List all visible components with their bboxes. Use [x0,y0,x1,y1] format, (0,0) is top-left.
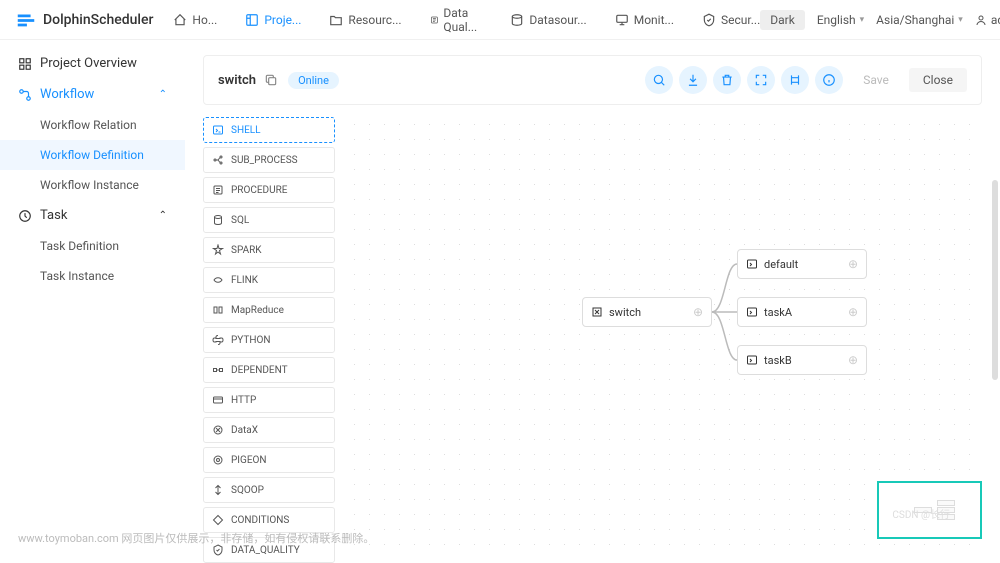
workflow-toolbar: switch Online Save Close [203,55,982,105]
nav-security[interactable]: Secur... [702,6,760,34]
shell-icon [746,306,758,318]
sidebar-item-workflow[interactable]: Workflow⌃ [0,79,185,110]
shield-icon [702,13,716,27]
palette-shell[interactable]: SHELL [203,117,335,143]
logo-icon [15,9,37,31]
nav-monitor[interactable]: Monit... [615,6,674,34]
workflow-icon [18,88,32,102]
palette-datax[interactable]: DataX [203,417,335,443]
home-icon [173,13,187,27]
conditions-icon [212,514,224,526]
copy-icon[interactable] [264,73,278,87]
flink-icon [212,274,224,286]
format-button[interactable] [781,66,809,94]
sidebar-item-workflow-relation[interactable]: Workflow Relation [0,110,185,140]
theme-toggle[interactable]: Dark [760,10,805,30]
palette-spark[interactable]: SPARK [203,237,335,263]
format-icon [788,73,802,87]
palette-sqoop[interactable]: SQOOP [203,477,335,503]
search-button[interactable] [645,66,673,94]
shell-icon [212,124,224,136]
sidebar-item-workflow-instance[interactable]: Workflow Instance [0,170,185,200]
procedure-icon [212,184,224,196]
workflow-name: switch [218,73,256,88]
sidebar-item-workflow-definition[interactable]: Workflow Definition [0,140,185,170]
nav-resource[interactable]: Resourc... [329,6,401,34]
pigeon-icon [212,454,224,466]
sidebar-item-overview[interactable]: Project Overview [0,48,185,79]
python-icon [212,334,224,346]
spark-icon [212,244,224,256]
task-icon [18,209,32,223]
project-icon [245,13,259,27]
app-logo: DolphinScheduler [15,9,153,31]
timezone-dropdown[interactable]: Asia/Shanghai▾ [876,13,963,27]
datax-icon [212,424,224,436]
close-button[interactable]: Close [909,68,967,92]
plus-icon[interactable]: ⊕ [848,305,858,319]
download-icon [686,73,700,87]
sql-icon [212,214,224,226]
plus-icon[interactable]: ⊕ [848,257,858,271]
mapreduce-icon [212,304,224,316]
shell-icon [746,354,758,366]
subprocess-icon [212,154,224,166]
datasource-icon [510,13,524,27]
info-icon [822,73,836,87]
overview-icon [18,57,32,71]
shell-icon [746,258,758,270]
palette-flink[interactable]: FLINK [203,267,335,293]
sqoop-icon [212,484,224,496]
node-taskb[interactable]: taskB⊕ [737,345,867,375]
plus-icon[interactable]: ⊕ [693,305,703,319]
folder-icon [329,13,343,27]
search-icon [652,73,666,87]
info-button[interactable] [815,66,843,94]
expand-icon [754,73,768,87]
http-icon [212,394,224,406]
language-dropdown[interactable]: English▾ [817,13,864,27]
task-palette: SHELL SUB_PROCESS PROCEDURE SQL SPARK FL… [203,117,335,547]
palette-sql[interactable]: SQL [203,207,335,233]
user-dropdown[interactable]: admin▾ [975,13,1000,27]
nav-dataquality[interactable]: Data Qual... [430,6,483,34]
quality-icon [430,13,439,27]
node-switch[interactable]: switch⊕ [582,297,712,327]
chevron-up-icon: ⌃ [159,210,167,221]
app-name: DolphinScheduler [43,12,153,28]
download-button[interactable] [679,66,707,94]
palette-pigeon[interactable]: PIGEON [203,447,335,473]
node-taska[interactable]: taskA⊕ [737,297,867,327]
status-badge: Online [288,72,339,89]
nav-home[interactable]: Ho... [173,6,217,34]
trash-icon [720,73,734,87]
switch-icon [591,306,603,318]
sidebar-item-task-instance[interactable]: Task Instance [0,261,185,291]
footer-text: www.toymoban.com 网页图片仅供展示，非存储，如有侵权请联系删除。 [18,530,374,546]
nav-datasource[interactable]: Datasour... [510,6,586,34]
palette-procedure[interactable]: PROCEDURE [203,177,335,203]
palette-http[interactable]: HTTP [203,387,335,413]
save-button[interactable]: Save [849,68,903,92]
chevron-down-icon: ▾ [860,15,865,25]
fullscreen-button[interactable] [747,66,775,94]
nav-project[interactable]: Proje... [245,6,301,34]
dependent-icon [212,364,224,376]
palette-python[interactable]: PYTHON [203,327,335,353]
plus-icon[interactable]: ⊕ [848,353,858,367]
user-icon [975,14,987,26]
scrollbar[interactable] [992,180,998,380]
watermark: CSDN @长行 [892,506,950,521]
monitor-icon [615,13,629,27]
sidebar-item-task-definition[interactable]: Task Definition [0,231,185,261]
node-default[interactable]: default⊕ [737,249,867,279]
palette-mapreduce[interactable]: MapReduce [203,297,335,323]
sidebar: Project Overview Workflow⌃ Workflow Rela… [0,40,185,551]
palette-dependent[interactable]: DEPENDENT [203,357,335,383]
delete-button[interactable] [713,66,741,94]
chevron-down-icon: ▾ [958,15,963,25]
palette-subprocess[interactable]: SUB_PROCESS [203,147,335,173]
chevron-up-icon: ⌃ [159,89,167,100]
sidebar-item-task[interactable]: Task⌃ [0,200,185,231]
